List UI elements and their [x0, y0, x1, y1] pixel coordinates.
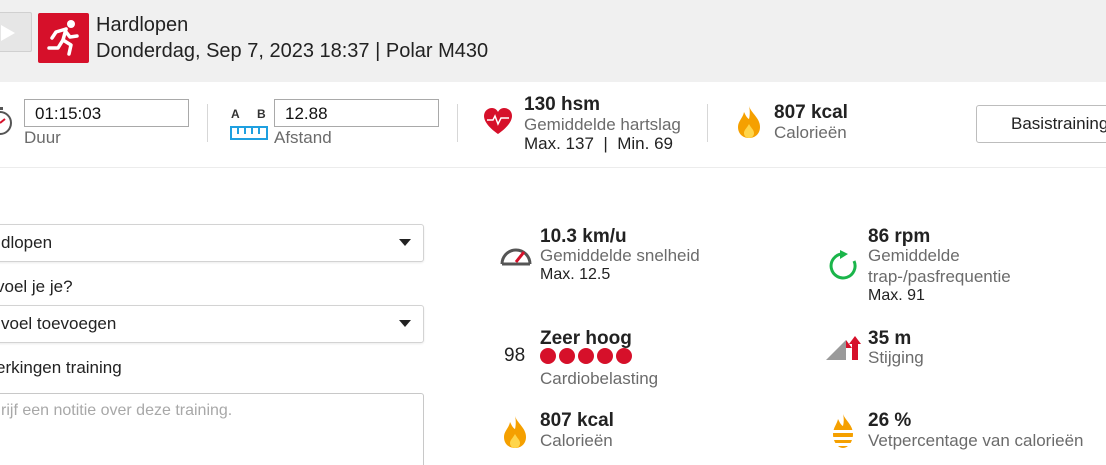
- heart-icon: [484, 108, 512, 134]
- play-arrow-icon: [1, 25, 15, 41]
- calories-label: Calorieën: [540, 431, 613, 450]
- back-button[interactable]: [0, 12, 32, 52]
- ruler-icon: [230, 126, 268, 140]
- summary-calories-label: Calorieën: [774, 123, 847, 142]
- session-datetime-device: Donderdag, Sep 7, 2023 18:37 | Polar M43…: [96, 40, 489, 62]
- stopwatch-icon: [0, 107, 12, 135]
- cardio-load-dots: [540, 348, 632, 364]
- distance-a-label: A: [231, 107, 240, 121]
- cardio-load-number: 98: [504, 345, 526, 366]
- cardio-load-value: Zeer hoog: [540, 328, 632, 349]
- sport-title: Hardlopen: [96, 14, 189, 36]
- fat-percentage-label: Vetpercentage van calorieën: [868, 431, 1084, 450]
- duration-label: Duur: [24, 128, 61, 147]
- speed-label: Gemiddelde snelheid: [540, 246, 700, 265]
- notes-textarea[interactable]: rijf een notitie over deze training.: [0, 393, 424, 465]
- training-benefit-button[interactable]: Basistraining: [976, 105, 1106, 143]
- fat-flame-icon: [832, 414, 854, 448]
- running-sport-icon: [38, 13, 89, 63]
- summary-calories-value: 807 kcal: [774, 102, 848, 123]
- flame-icon: [738, 106, 760, 138]
- cadence-label-2: trap-/pasfrequentie: [868, 267, 1011, 286]
- heartrate-minmax: Max. 137 | Min. 69: [524, 134, 673, 153]
- duration-field[interactable]: 01:15:03: [24, 99, 189, 127]
- load-dot: [597, 348, 613, 364]
- distance-label: Afstand: [274, 128, 332, 147]
- speed-max: Max. 12.5: [540, 266, 611, 283]
- chevron-down-icon: [399, 320, 411, 327]
- distance-b-label: B: [257, 107, 266, 121]
- ascent-label: Stijging: [868, 348, 924, 367]
- sport-select[interactable]: dlopen: [0, 224, 424, 262]
- divider: [207, 104, 208, 142]
- flame-icon: [504, 416, 526, 448]
- ascent-value: 35 m: [868, 328, 912, 349]
- feeling-select-value: voel toevoegen: [1, 314, 117, 333]
- speed-value: 10.3 km/u: [540, 226, 627, 247]
- avg-heartrate-label: Gemiddelde hartslag: [524, 115, 681, 134]
- summary-bar: 01:15:03 Duur A B 12.88 Afstand 130 hsm …: [0, 82, 1106, 168]
- fat-percentage-value: 26 %: [868, 410, 912, 431]
- cadence-label-1: Gemiddelde: [868, 246, 960, 265]
- sport-select-value: dlopen: [1, 233, 53, 252]
- notes-label: erkingen training: [0, 358, 122, 377]
- load-dot: [578, 348, 594, 364]
- distance-field[interactable]: 12.88: [274, 99, 439, 127]
- speedometer-icon: [500, 248, 532, 266]
- chevron-down-icon: [399, 239, 411, 246]
- calories-value: 807 kcal: [540, 410, 614, 431]
- ascent-icon: [826, 336, 861, 360]
- avg-heartrate-value: 130 hsm: [524, 94, 601, 115]
- cadence-icon: [829, 250, 857, 280]
- load-dot: [559, 348, 575, 364]
- cadence-value: 86 rpm: [868, 226, 931, 247]
- cadence-max: Max. 91: [868, 287, 925, 304]
- load-dot: [616, 348, 632, 364]
- load-dot: [540, 348, 556, 364]
- feeling-label: voel je je?: [0, 277, 73, 296]
- divider: [707, 104, 708, 142]
- divider: [457, 104, 458, 142]
- training-header: Hardlopen Donderdag, Sep 7, 2023 18:37 |…: [0, 0, 1106, 82]
- cardio-load-label: Cardiobelasting: [540, 369, 659, 388]
- feeling-select[interactable]: voel toevoegen: [0, 305, 424, 343]
